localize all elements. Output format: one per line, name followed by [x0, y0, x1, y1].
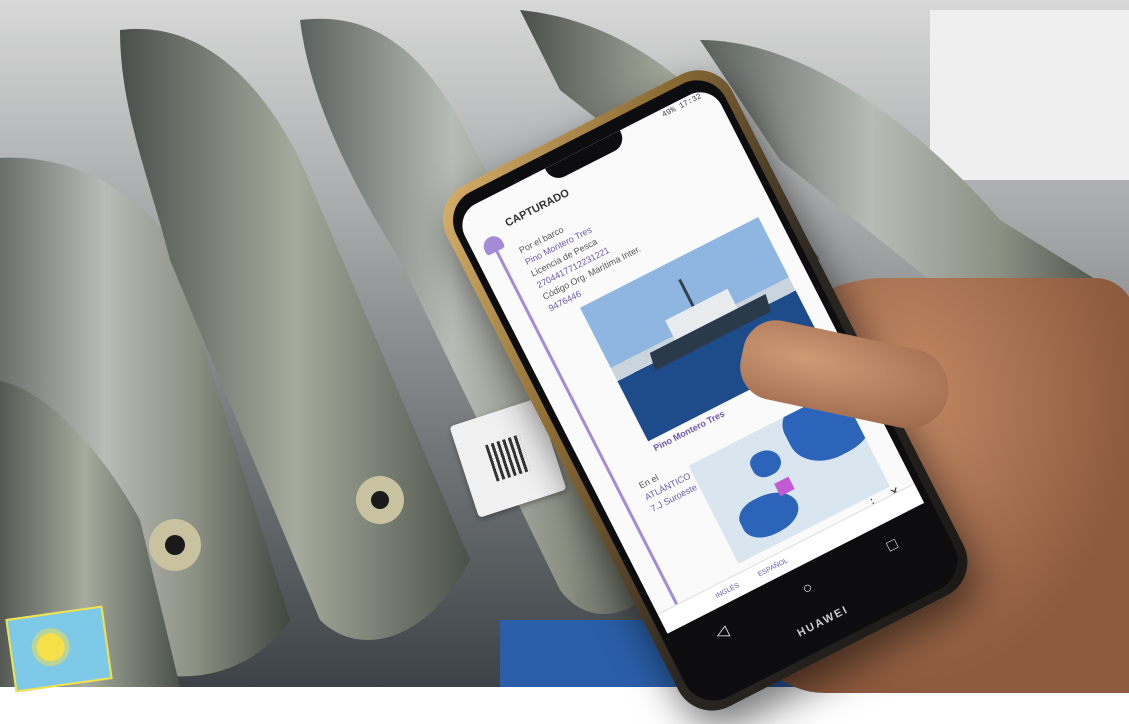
sun-icon [34, 631, 67, 663]
timeline-fish-icon [480, 232, 506, 257]
product-sticker [5, 605, 113, 693]
back-icon[interactable]: ◁ [712, 621, 732, 644]
home-icon[interactable]: ○ [799, 579, 816, 599]
qr-code-icon [484, 434, 532, 482]
status-left [467, 210, 473, 222]
tab-english[interactable]: INGLÉS [715, 582, 741, 600]
recent-apps-icon[interactable]: □ [884, 536, 901, 556]
